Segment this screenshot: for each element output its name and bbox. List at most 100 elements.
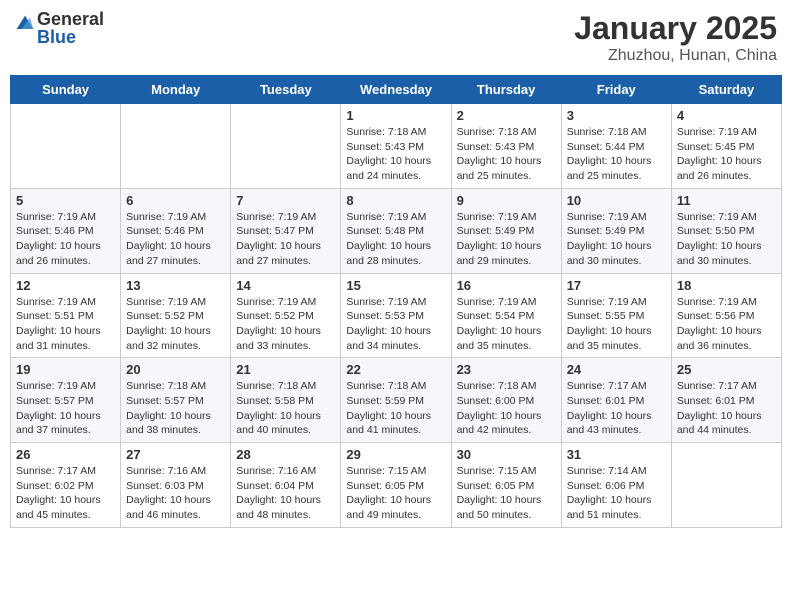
day-number: 18 (677, 278, 776, 293)
calendar-week-row: 12 Sunrise: 7:19 AM Sunset: 5:51 PM Dayli… (11, 273, 782, 358)
calendar-cell: 19Sunrise: 7:19 AM Sunset: 5:57 PM Dayli… (11, 358, 121, 443)
calendar-table: SundayMondayTuesdayWednesdayThursdayFrid… (10, 75, 782, 528)
calendar-cell: 14 Sunrise: 7:19 AM Sunset: 5:52 PM Dayli… (231, 273, 341, 358)
day-info: Sunrise: 7:18 AM Sunset: 6:00 PM Dayligh… (457, 379, 556, 438)
day-info: Sunrise: 7:14 AM Sunset: 6:06 PM Dayligh… (567, 464, 666, 523)
day-number: 13 (126, 278, 225, 293)
day-number: 24 (567, 362, 666, 377)
day-info: Sunrise: 7:18 AM Sunset: 5:59 PM Dayligh… (346, 379, 445, 438)
calendar-cell: 20Sunrise: 7:18 AM Sunset: 5:57 PM Dayli… (121, 358, 231, 443)
calendar-cell: 2 Sunrise: 7:18 AM Sunset: 5:43 PM Daylig… (451, 104, 561, 189)
day-number: 8 (346, 193, 445, 208)
day-number: 28 (236, 447, 335, 462)
title-block: January 2025 Zhuzhou, Hunan, China (574, 10, 777, 65)
day-info: Sunrise: 7:19 AM Sunset: 5:52 PM Dayligh… (236, 295, 335, 354)
calendar-cell: 18 Sunrise: 7:19 AM Sunset: 5:56 PM Dayli… (671, 273, 781, 358)
calendar-body: 1 Sunrise: 7:18 AM Sunset: 5:43 PM Daylig… (11, 104, 782, 528)
weekday-header-cell: Friday (561, 76, 671, 104)
day-info: Sunrise: 7:19 AM Sunset: 5:54 PM Dayligh… (457, 295, 556, 354)
calendar-cell: 6 Sunrise: 7:19 AM Sunset: 5:46 PM Daylig… (121, 188, 231, 273)
calendar-cell (231, 104, 341, 189)
day-number: 25 (677, 362, 776, 377)
calendar-cell: 3Sunrise: 7:18 AM Sunset: 5:44 PM Daylig… (561, 104, 671, 189)
day-info: Sunrise: 7:19 AM Sunset: 5:51 PM Dayligh… (16, 295, 115, 354)
calendar-cell: 21Sunrise: 7:18 AM Sunset: 5:58 PM Dayli… (231, 358, 341, 443)
calendar-week-row: 26 Sunrise: 7:17 AM Sunset: 6:02 PM Dayli… (11, 443, 782, 528)
day-info: Sunrise: 7:18 AM Sunset: 5:43 PM Dayligh… (346, 125, 445, 184)
day-number: 4 (677, 108, 776, 123)
day-info: Sunrise: 7:16 AM Sunset: 6:03 PM Dayligh… (126, 464, 225, 523)
day-number: 9 (457, 193, 556, 208)
day-number: 20 (126, 362, 225, 377)
calendar-week-row: 5 Sunrise: 7:19 AM Sunset: 5:46 PM Daylig… (11, 188, 782, 273)
calendar-cell (11, 104, 121, 189)
month-title: January 2025 (574, 10, 777, 47)
logo-blue-text: Blue (37, 27, 76, 47)
page-header: General Blue January 2025 Zhuzhou, Hunan… (10, 10, 782, 65)
day-info: Sunrise: 7:19 AM Sunset: 5:46 PM Dayligh… (16, 210, 115, 269)
day-number: 6 (126, 193, 225, 208)
day-number: 27 (126, 447, 225, 462)
day-info: Sunrise: 7:15 AM Sunset: 6:05 PM Dayligh… (346, 464, 445, 523)
calendar-cell: 28 Sunrise: 7:16 AM Sunset: 6:04 PM Dayli… (231, 443, 341, 528)
calendar-cell: 12 Sunrise: 7:19 AM Sunset: 5:51 PM Dayli… (11, 273, 121, 358)
day-info: Sunrise: 7:17 AM Sunset: 6:02 PM Dayligh… (16, 464, 115, 523)
day-info: Sunrise: 7:19 AM Sunset: 5:53 PM Dayligh… (346, 295, 445, 354)
calendar-cell: 13 Sunrise: 7:19 AM Sunset: 5:52 PM Dayli… (121, 273, 231, 358)
calendar-cell: 26 Sunrise: 7:17 AM Sunset: 6:02 PM Dayli… (11, 443, 121, 528)
day-info: Sunrise: 7:18 AM Sunset: 5:43 PM Dayligh… (457, 125, 556, 184)
weekday-header-row: SundayMondayTuesdayWednesdayThursdayFrid… (11, 76, 782, 104)
calendar-cell: 23Sunrise: 7:18 AM Sunset: 6:00 PM Dayli… (451, 358, 561, 443)
weekday-header-cell: Saturday (671, 76, 781, 104)
day-info: Sunrise: 7:19 AM Sunset: 5:55 PM Dayligh… (567, 295, 666, 354)
calendar-cell: 10 Sunrise: 7:19 AM Sunset: 5:49 PM Dayli… (561, 188, 671, 273)
day-info: Sunrise: 7:19 AM Sunset: 5:49 PM Dayligh… (567, 210, 666, 269)
calendar-cell: 16 Sunrise: 7:19 AM Sunset: 5:54 PM Dayli… (451, 273, 561, 358)
day-number: 15 (346, 278, 445, 293)
calendar-cell: 8 Sunrise: 7:19 AM Sunset: 5:48 PM Daylig… (341, 188, 451, 273)
calendar-cell: 22 Sunrise: 7:18 AM Sunset: 5:59 PM Dayli… (341, 358, 451, 443)
weekday-header-cell: Thursday (451, 76, 561, 104)
day-number: 10 (567, 193, 666, 208)
day-number: 21 (236, 362, 335, 377)
logo-icon (15, 14, 35, 34)
day-info: Sunrise: 7:16 AM Sunset: 6:04 PM Dayligh… (236, 464, 335, 523)
day-info: Sunrise: 7:19 AM Sunset: 5:49 PM Dayligh… (457, 210, 556, 269)
day-number: 26 (16, 447, 115, 462)
calendar-cell: 7 Sunrise: 7:19 AM Sunset: 5:47 PM Daylig… (231, 188, 341, 273)
calendar-cell (121, 104, 231, 189)
day-number: 7 (236, 193, 335, 208)
calendar-cell: 15 Sunrise: 7:19 AM Sunset: 5:53 PM Dayli… (341, 273, 451, 358)
day-info: Sunrise: 7:19 AM Sunset: 5:56 PM Dayligh… (677, 295, 776, 354)
day-number: 30 (457, 447, 556, 462)
day-info: Sunrise: 7:19 AM Sunset: 5:48 PM Dayligh… (346, 210, 445, 269)
day-number: 29 (346, 447, 445, 462)
calendar-week-row: 1 Sunrise: 7:18 AM Sunset: 5:43 PM Daylig… (11, 104, 782, 189)
day-info: Sunrise: 7:17 AM Sunset: 6:01 PM Dayligh… (567, 379, 666, 438)
day-number: 19 (16, 362, 115, 377)
day-number: 22 (346, 362, 445, 377)
calendar-cell: 30Sunrise: 7:15 AM Sunset: 6:05 PM Dayli… (451, 443, 561, 528)
day-number: 14 (236, 278, 335, 293)
day-info: Sunrise: 7:19 AM Sunset: 5:46 PM Dayligh… (126, 210, 225, 269)
day-info: Sunrise: 7:19 AM Sunset: 5:47 PM Dayligh… (236, 210, 335, 269)
day-number: 2 (457, 108, 556, 123)
calendar-cell: 17Sunrise: 7:19 AM Sunset: 5:55 PM Dayli… (561, 273, 671, 358)
day-number: 3 (567, 108, 666, 123)
day-info: Sunrise: 7:19 AM Sunset: 5:52 PM Dayligh… (126, 295, 225, 354)
day-number: 1 (346, 108, 445, 123)
weekday-header-cell: Wednesday (341, 76, 451, 104)
calendar-cell (671, 443, 781, 528)
logo: General Blue (15, 10, 104, 46)
day-number: 16 (457, 278, 556, 293)
day-number: 31 (567, 447, 666, 462)
logo-text: General Blue (37, 10, 104, 46)
calendar-cell: 9 Sunrise: 7:19 AM Sunset: 5:49 PM Daylig… (451, 188, 561, 273)
calendar-cell: 24 Sunrise: 7:17 AM Sunset: 6:01 PM Dayli… (561, 358, 671, 443)
calendar-cell: 4Sunrise: 7:19 AM Sunset: 5:45 PM Daylig… (671, 104, 781, 189)
day-number: 12 (16, 278, 115, 293)
weekday-header-cell: Monday (121, 76, 231, 104)
day-number: 5 (16, 193, 115, 208)
calendar-week-row: 19Sunrise: 7:19 AM Sunset: 5:57 PM Dayli… (11, 358, 782, 443)
calendar-cell: 5 Sunrise: 7:19 AM Sunset: 5:46 PM Daylig… (11, 188, 121, 273)
